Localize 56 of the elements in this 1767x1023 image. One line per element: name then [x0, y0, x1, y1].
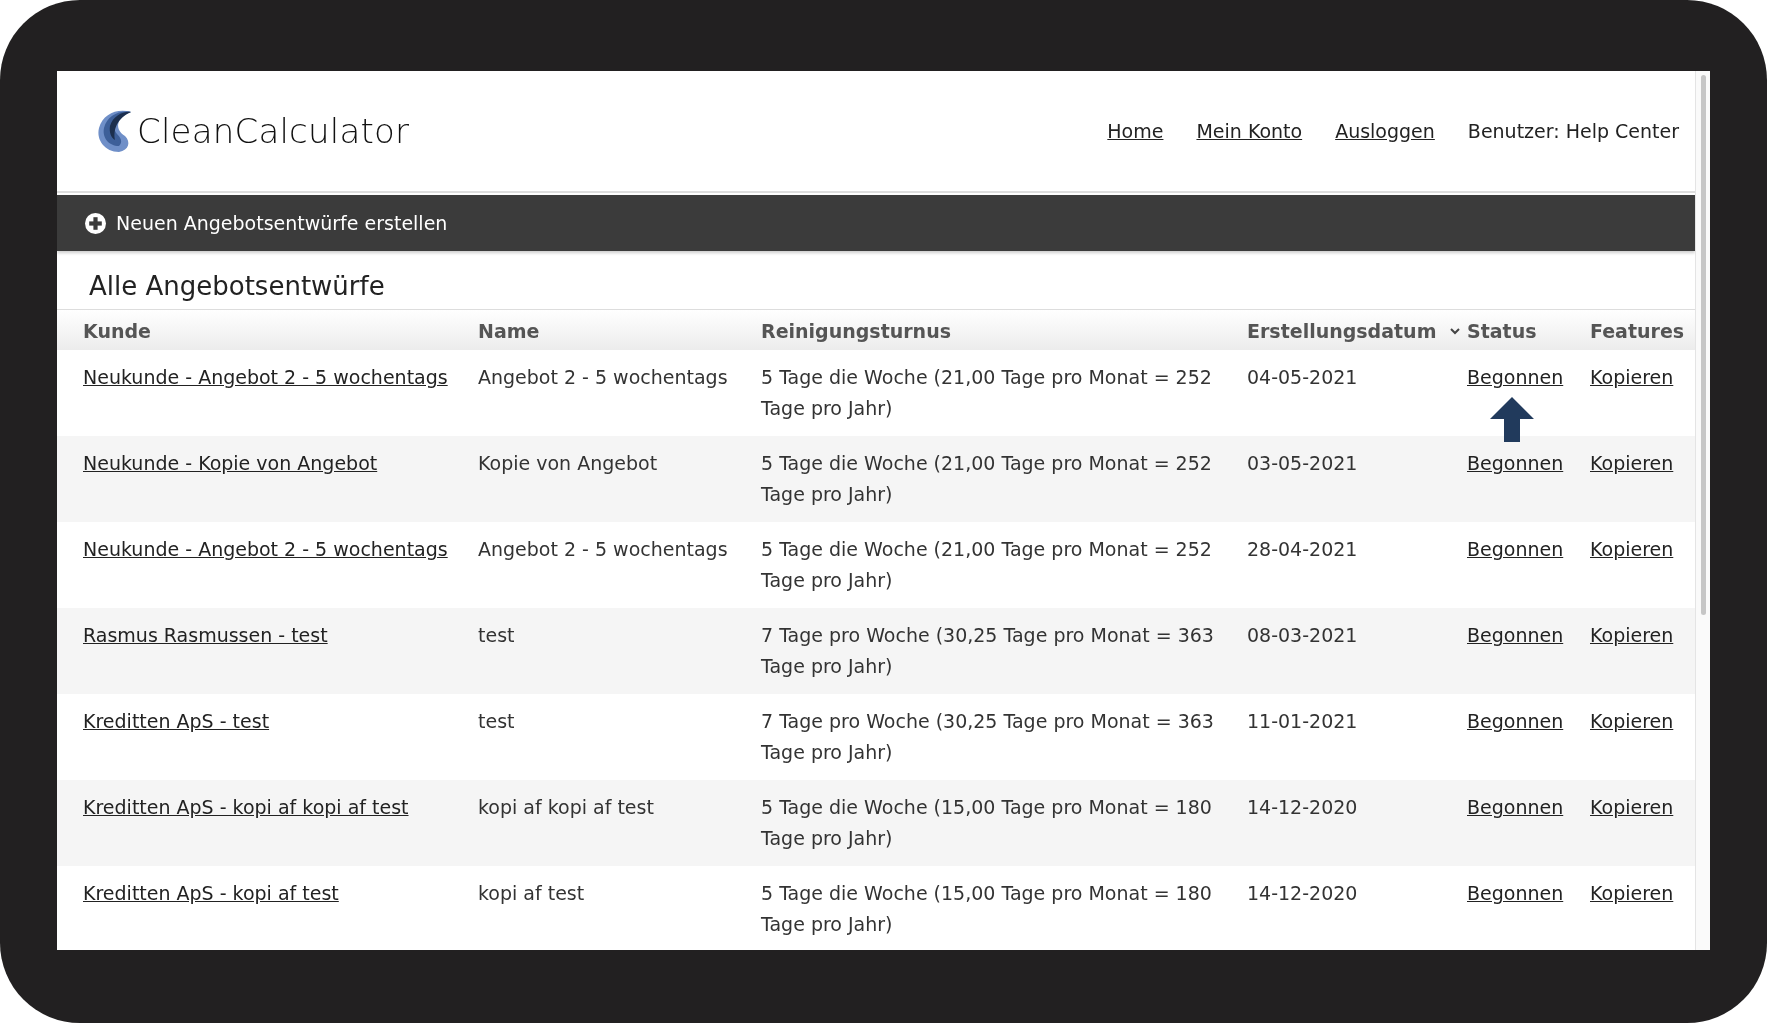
column-header: Reinigungsturnus: [761, 320, 951, 342]
scrollbar[interactable]: [1695, 71, 1710, 950]
table-cell: 14-12-2020: [1247, 796, 1358, 818]
create-draft-button[interactable]: Neuen Angebotsentwürfe erstellen: [85, 212, 448, 234]
table-cell: kopi af kopi af test: [478, 796, 654, 818]
copy-link[interactable]: Kopieren: [1590, 710, 1674, 732]
status-link[interactable]: Begonnen: [1467, 452, 1564, 474]
column-header: Features: [1590, 320, 1685, 342]
customer-link[interactable]: Rasmus Rasmussen - test: [83, 620, 328, 651]
copy-link[interactable]: Kopieren: [1590, 624, 1674, 646]
table-cell: 5 Tage die Woche (15,00 Tage pro Monat = 180 Tage pro Jahr): [761, 796, 1212, 849]
table-cell: Angebot 2 - 5 wochentags: [478, 366, 728, 388]
table-cell: Angebot 2 - 5 wochentags: [478, 538, 728, 560]
table-cell: kopi af test: [478, 882, 585, 904]
customer-link[interactable]: Kreditten ApS - kopi af test: [83, 878, 339, 909]
table-cell: 14-12-2020: [1247, 882, 1358, 904]
table-cell: test: [478, 624, 515, 646]
table-cell: 5 Tage die Woche (21,00 Tage pro Monat = 252 Tage pro Jahr): [761, 366, 1212, 419]
column-header: Kunde: [83, 320, 151, 342]
table-cell: 11-01-2021: [1247, 710, 1358, 732]
user-label: Benutzer: Help Center: [1467, 120, 1679, 142]
table-cell: 08-03-2021: [1247, 624, 1358, 646]
customer-link[interactable]: Kreditten ApS - test: [83, 706, 270, 737]
status-link[interactable]: Begonnen: [1467, 538, 1564, 560]
table-cell: 7 Tage pro Woche (30,25 Tage pro Monat = 363 Tage pro Jahr): [761, 624, 1214, 677]
status-link[interactable]: Begonnen: [1467, 710, 1564, 732]
table-cell: 04-05-2021: [1247, 366, 1358, 388]
column-header: Erstellungsdatum: [1247, 320, 1437, 342]
status-link[interactable]: Begonnen: [1467, 366, 1564, 388]
table-cell: 5 Tage die Woche (21,00 Tage pro Monat = 252 Tage pro Jahr): [761, 538, 1212, 591]
nav-link[interactable]: Ausloggen: [1335, 120, 1435, 142]
copy-link[interactable]: Kopieren: [1590, 366, 1674, 388]
column-header: Status: [1467, 320, 1537, 342]
customer-link[interactable]: Kreditten ApS - kopi af kopi af test: [83, 792, 409, 823]
copy-link[interactable]: Kopieren: [1590, 882, 1674, 904]
plus-circle-icon: [85, 212, 106, 234]
customer-link[interactable]: Neukunde - Angebot 2 - 5 wochentags: [83, 534, 448, 565]
nav-link[interactable]: Mein Konto: [1196, 120, 1303, 142]
nav-link[interactable]: Home: [1107, 120, 1164, 142]
table-cell: 5 Tage die Woche (21,00 Tage pro Monat = 252 Tage pro Jahr): [761, 452, 1212, 505]
table-cell: test: [478, 710, 515, 732]
table-cell: 5 Tage die Woche (15,00 Tage pro Monat = 180 Tage pro Jahr): [761, 882, 1212, 935]
column-header: Name: [478, 320, 540, 342]
table-cell: 7 Tage pro Woche (30,25 Tage pro Monat = 363 Tage pro Jahr): [761, 710, 1214, 763]
table-cell: 28-04-2021: [1247, 538, 1358, 560]
copy-link[interactable]: Kopieren: [1590, 538, 1674, 560]
status-link[interactable]: Begonnen: [1467, 624, 1564, 646]
customer-link[interactable]: Neukunde - Angebot 2 - 5 wochentags: [83, 362, 448, 393]
logo-text: CleanCalculator: [137, 111, 410, 151]
table-cell: 03-05-2021: [1247, 452, 1358, 474]
copy-link[interactable]: Kopieren: [1590, 452, 1674, 474]
status-link[interactable]: Begonnen: [1467, 796, 1564, 818]
customer-link[interactable]: Neukunde - Kopie von Angebot: [83, 448, 378, 479]
copy-link[interactable]: Kopieren: [1590, 796, 1674, 818]
status-link[interactable]: Begonnen: [1467, 882, 1564, 904]
table-cell: Kopie von Angebot: [478, 452, 658, 474]
